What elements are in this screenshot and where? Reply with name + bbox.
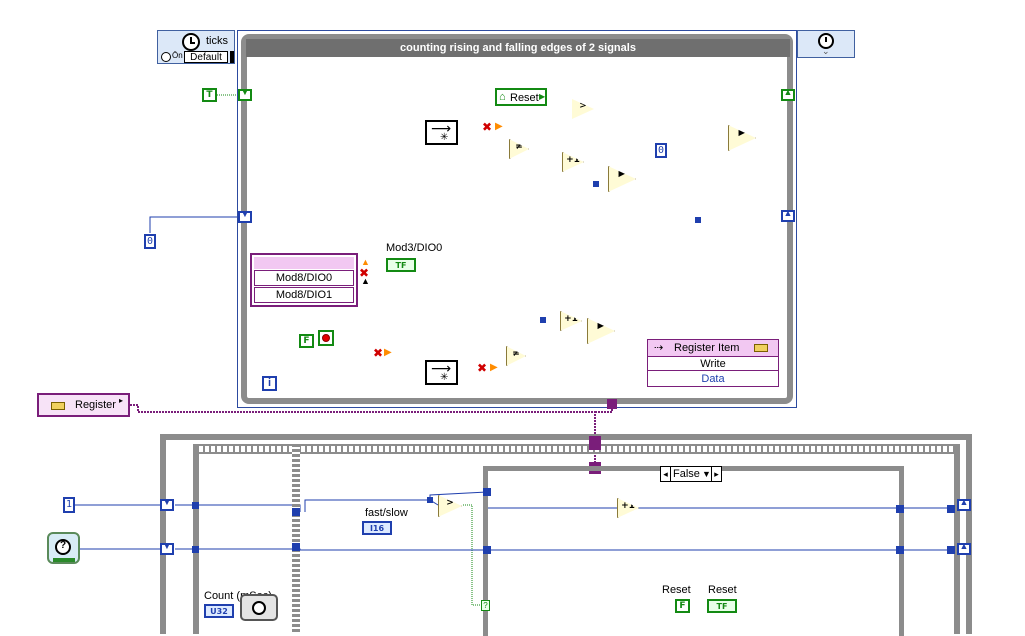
fast-slow-indicator[interactable]: I16 <box>362 521 392 535</box>
tunnel-8 <box>896 546 904 554</box>
stop-terminal[interactable] <box>318 330 334 346</box>
timed-loop-output-node[interactable]: ⌄ <box>797 30 855 58</box>
stop-icon <box>322 334 330 342</box>
orange-arrow-icon-4: ▲ <box>361 257 370 267</box>
flat-sequence-divider <box>292 444 300 634</box>
timer-vi-base <box>53 558 75 562</box>
tunnel-6 <box>483 546 491 554</box>
edge-detect-vi-top[interactable]: ⟶ ✳ <box>425 120 458 145</box>
case-prev-icon[interactable]: ◂ <box>661 467 671 481</box>
clock-icon <box>182 33 200 51</box>
ticks-glyph: Ōn <box>172 51 183 60</box>
timed-loop-input-node[interactable]: ticks Ōn Default <box>157 30 235 64</box>
black-arrow-icon: ▲ <box>361 276 370 286</box>
timed-loop-title: counting rising and falling edges of 2 s… <box>246 39 790 57</box>
bottom-shift-left-2[interactable]: ▼ <box>160 541 174 555</box>
star-icon: ✳ <box>440 132 449 143</box>
register-item-header: ⇢ Register Item <box>648 340 778 357</box>
tunnel-4 <box>292 543 300 551</box>
register-item-node[interactable]: ⇢ Register Item Write Data <box>647 339 779 387</box>
shift-register-right-num[interactable]: ▲ <box>781 208 795 222</box>
case-next-icon[interactable]: ▸ <box>711 467 721 481</box>
timing-selector-bar <box>230 51 234 63</box>
reset-indicator[interactable]: TF <box>707 599 737 613</box>
io-item-mod8-dio0[interactable]: Mod8/DIO0 <box>254 270 354 286</box>
case-dropdown-icon[interactable]: ▼ <box>702 467 711 481</box>
junction-dot-4 <box>427 497 433 503</box>
reset-property-label: Reset <box>510 92 539 104</box>
fast-slow-label: fast/slow <box>365 507 408 519</box>
register-control-label: Register <box>75 399 116 411</box>
one-constant[interactable]: 1 <box>63 497 75 513</box>
bottom-shift-right-1[interactable]: ▲ <box>957 497 971 511</box>
orange-arrow-icon-3: ▶ <box>490 362 498 373</box>
register-item-data[interactable]: Data <box>648 372 778 386</box>
register-arrow-icon: ⇢ <box>654 342 664 354</box>
star-icon-2: ✳ <box>440 372 449 383</box>
error-x-icon-3: ✖ <box>477 361 488 375</box>
tunnel-9 <box>947 505 955 513</box>
tunnel-10 <box>947 546 955 554</box>
zero-constant-inner[interactable]: 0 <box>655 143 667 158</box>
shift-register-right-bool[interactable]: ▲ <box>781 87 795 101</box>
timing-source-icon <box>161 52 171 62</box>
register-glyph-icon <box>754 344 768 352</box>
tunnel-3 <box>292 508 300 516</box>
flat-sequence-film-top <box>193 444 959 454</box>
fpga-io-node[interactable]: Mod8/DIO0 Mod8/DIO1 <box>250 253 358 307</box>
ticks-label: ticks <box>206 35 228 47</box>
zero-constant-outer[interactable]: 0 <box>144 234 156 249</box>
error-x-icon-1: ✖ <box>482 120 493 134</box>
bottom-shift-right-2[interactable]: ▲ <box>957 541 971 555</box>
default-timing-selector[interactable]: Default <box>184 51 228 63</box>
register-control[interactable]: Register ▸ <box>37 393 130 417</box>
register-control-icon <box>51 402 65 410</box>
shift-register-left-bool[interactable]: ▼ <box>238 87 252 101</box>
chevron-down-icon: ⌄ <box>822 46 830 56</box>
true-constant[interactable]: T <box>202 88 217 102</box>
error-x-icon-2: ✖ <box>373 346 384 360</box>
tunnel-1 <box>192 502 199 509</box>
iteration-terminal: i <box>262 376 277 391</box>
case-selector-tunnel: ? <box>481 600 490 611</box>
false-constant[interactable]: F <box>299 334 314 348</box>
register-control-glyph: ▸ <box>119 396 124 405</box>
register-item-title: Register Item <box>674 342 740 354</box>
mod3-indicator[interactable]: TF <box>386 258 416 272</box>
stopwatch-icon: ? <box>55 539 71 555</box>
tunnel-7 <box>896 505 904 513</box>
io-node-header <box>254 257 354 269</box>
orange-arrow-icon-2: ▶ <box>384 347 392 358</box>
mod3-label: Mod3/DIO0 <box>386 242 443 254</box>
property-arrow-icon: ▶ <box>539 92 546 101</box>
flat-sequence-right-edge <box>954 444 960 634</box>
timer-vi[interactable]: ? <box>47 532 80 564</box>
junction-dot-3 <box>695 217 701 223</box>
bottom-shift-left-1[interactable]: ▼ <box>160 497 174 511</box>
count-indicator[interactable]: U32 <box>204 604 234 618</box>
tick-count-clock-icon <box>252 601 266 615</box>
edge-detect-vi-bottom[interactable]: ⟶ ✳ <box>425 360 458 385</box>
reset-const-label: Reset <box>662 584 691 596</box>
orange-arrow-icon-1: ▶ <box>495 121 503 132</box>
case-structure[interactable] <box>483 466 904 636</box>
junction-dot-2 <box>593 181 599 187</box>
register-tunnel-top[interactable] <box>589 436 601 450</box>
home-icon: ⌂ <box>499 91 506 103</box>
io-item-mod8-dio1[interactable]: Mod8/DIO1 <box>254 287 354 303</box>
shift-register-left-num[interactable]: ▼ <box>238 209 252 223</box>
reset-ind-label: Reset <box>708 584 737 596</box>
tick-count-vi[interactable] <box>240 594 278 621</box>
flat-sequence-left-edge <box>193 444 199 634</box>
tunnel-2 <box>192 546 199 553</box>
junction-dot-1 <box>540 317 546 323</box>
register-tunnel-timed-loop[interactable] <box>607 399 617 409</box>
case-selector-value: False <box>673 468 700 480</box>
reset-property-node[interactable]: ⌂ Reset ▶ <box>495 88 547 106</box>
register-item-write[interactable]: Write <box>648 357 778 371</box>
tunnel-5 <box>483 488 491 496</box>
case-selector[interactable]: ◂ False ▼ ▸ <box>660 466 722 482</box>
reset-false-constant[interactable]: F <box>675 599 690 613</box>
